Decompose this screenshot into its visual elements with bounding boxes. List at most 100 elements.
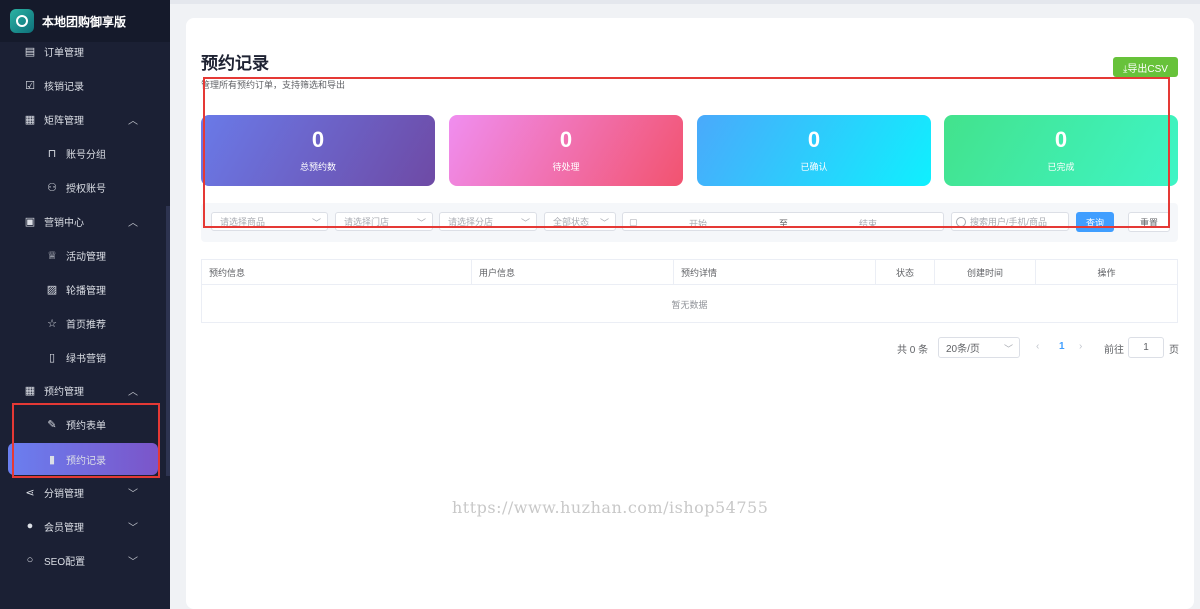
stat-value: 0	[559, 126, 573, 152]
sidebar-item-label: SEO配置	[44, 556, 86, 568]
bookmark-icon: ⊓	[47, 147, 57, 160]
sidebar-item-greenbook[interactable]: ▯ 绿书营销	[0, 340, 170, 374]
column-header: 操作	[1097, 268, 1116, 278]
grid-icon: ▦	[24, 113, 36, 126]
date-start: 开始	[689, 219, 708, 229]
chevron-up-icon: ︿	[128, 115, 138, 127]
clipboard-icon: ▮	[48, 453, 56, 466]
sidebar-item-matrix[interactable]: ▦ 矩阵管理 ︿	[0, 102, 170, 136]
sidebar-item-label: 预约表单	[66, 420, 106, 432]
sidebar-item-marketing[interactable]: ▣ 营销中心 ︿	[0, 204, 170, 238]
page-size-value: 20条/页	[946, 344, 980, 355]
edit-icon: ✎	[47, 418, 57, 431]
stat-label: 已完成	[1047, 161, 1075, 172]
sidebar-item-label: 会员管理	[44, 522, 84, 534]
chevron-down-icon: ﹀	[128, 522, 138, 534]
calendar-icon: ▦	[24, 384, 36, 397]
chevron-down-icon: ﹀	[1003, 344, 1013, 354]
stat-card-pending: 0 待处理	[449, 115, 683, 186]
stat-card-confirmed: 0 已确认	[697, 115, 931, 186]
status-select-value: 全部状态	[553, 217, 590, 227]
star-icon: ☆	[47, 317, 57, 330]
sidebar-scrollbar[interactable]	[166, 206, 170, 476]
goto-page-input[interactable]: 1	[1128, 337, 1164, 358]
sidebar-item-reservation-records[interactable]: ▮ 预约记录	[8, 443, 158, 475]
sidebar-item-label: 账号分组	[66, 149, 106, 161]
next-page-icon[interactable]: ›	[1079, 341, 1082, 352]
search-placeholder: 搜索用户/手机/商品	[970, 217, 1048, 227]
column-header: 状态	[876, 260, 935, 285]
sidebar-item-seo[interactable]: ○ SEO配置 ﹀	[0, 543, 170, 577]
column-header: 预约信息	[202, 260, 472, 285]
sidebar-item-carousel[interactable]: ▨ 轮播管理	[0, 272, 170, 306]
stat-label: 总预约数	[299, 161, 336, 172]
sidebar-item-account-groups[interactable]: ⊓ 账号分组	[0, 136, 170, 170]
stat-card-completed: 0 已完成	[944, 115, 1178, 186]
sidebar-item-label: 授权账号	[66, 183, 106, 195]
trophy-icon: ♕	[47, 249, 57, 262]
stat-value: 0	[311, 126, 325, 152]
sidebar-item-label: 首页推荐	[66, 319, 106, 331]
prev-page-icon[interactable]: ‹	[1036, 341, 1039, 352]
page-size-select[interactable]: 20条/页 ﹀	[938, 337, 1020, 358]
sidebar-item-label: 活动管理	[66, 251, 106, 263]
sidebar-item-reservation-form[interactable]: ✎ 预约表单	[0, 407, 170, 441]
search-icon: ○	[26, 554, 34, 566]
query-button[interactable]: 查询	[1076, 212, 1114, 232]
user-solid-icon: ●	[26, 520, 34, 532]
column-header: 用户信息	[472, 260, 674, 285]
sidebar-item-activities[interactable]: ♕ 活动管理	[0, 238, 170, 272]
book-icon: ▯	[48, 351, 56, 364]
date-range-picker[interactable]: ▢ 开始 至 结束	[622, 212, 944, 231]
sidebar-item-label: 轮播管理	[66, 285, 106, 297]
table-header: 预约信息 用户信息 预约详情 状态 创建时间 操作	[202, 260, 1177, 285]
table-empty-text: 暂无数据	[671, 299, 708, 310]
sidebar-item-authorized-accounts[interactable]: ⚇ 授权账号	[0, 170, 170, 204]
sidebar-item-label: 核销记录	[44, 81, 84, 93]
page-description: 管理所有预约订单，支持筛选和导出	[201, 80, 346, 90]
chevron-down-icon: ﹀	[128, 488, 138, 500]
records-table: 预约信息 用户信息 预约详情 状态 创建时间 操作 暂无数据	[201, 259, 1178, 323]
user-icon: ⚇	[47, 181, 57, 194]
export-csv-button[interactable]: ⤓导出CSV	[1113, 57, 1178, 77]
sidebar-item-orders[interactable]: ▤ 订单管理	[0, 34, 170, 68]
branch-select-placeholder: 请选择分店	[448, 217, 494, 227]
product-select[interactable]: 请选择商品 ﹀	[211, 212, 328, 231]
sidebar-item-distribution[interactable]: ⋖ 分销管理 ﹀	[0, 475, 170, 509]
sidebar-item-label: 绿书营销	[66, 353, 106, 365]
stat-value: 0	[1054, 126, 1068, 152]
date-separator: 至	[779, 219, 789, 229]
chevron-up-icon: ︿	[128, 386, 138, 398]
stat-card-total: 0 总预约数	[201, 115, 435, 186]
page-unit-label: 页	[1169, 345, 1179, 356]
sidebar-item-label: 分销管理	[44, 488, 84, 500]
app-title: 本地团购御享版	[42, 14, 127, 29]
share-icon: ⋖	[25, 486, 35, 499]
sidebar-item-label: 订单管理	[44, 47, 84, 59]
stat-label: 已确认	[800, 161, 828, 172]
sidebar-item-home-recommend[interactable]: ☆ 首页推荐	[0, 306, 170, 340]
search-input[interactable]: 搜索用户/手机/商品	[951, 212, 1069, 231]
column-header: 预约详情	[674, 260, 876, 285]
chevron-up-icon: ︿	[128, 217, 138, 229]
sidebar-item-verification[interactable]: ☑ 核销记录	[0, 68, 170, 102]
sidebar-item-reservations[interactable]: ▦ 预约管理 ︿	[0, 373, 170, 407]
branch-select[interactable]: 请选择分店 ﹀	[439, 212, 537, 231]
chevron-down-icon: ﹀	[599, 218, 609, 228]
product-select-placeholder: 请选择商品	[220, 217, 266, 227]
reset-button[interactable]: 重置	[1128, 212, 1170, 232]
calendar-icon: ▢	[629, 217, 638, 227]
gift-icon: ▣	[24, 215, 36, 228]
status-select[interactable]: 全部状态 ﹀	[544, 212, 616, 231]
chevron-down-icon: ﹀	[520, 218, 530, 228]
store-select[interactable]: 请选择门店 ﹀	[335, 212, 433, 231]
current-page[interactable]: 1	[1059, 341, 1065, 352]
image-icon: ▨	[46, 283, 58, 296]
sidebar-item-members[interactable]: ● 会员管理 ﹀	[0, 509, 170, 543]
top-strip	[170, 0, 1200, 4]
search-icon	[956, 216, 966, 227]
sidebar: 本地团购御享版 ▤ 订单管理 ☑ 核销记录 ▦ 矩阵管理 ︿ ⊓ 账号分组 ⚇ …	[0, 0, 170, 609]
document-icon: ▤	[24, 45, 36, 58]
stat-value: 0	[807, 126, 821, 152]
page-title: 预约记录	[201, 54, 269, 73]
